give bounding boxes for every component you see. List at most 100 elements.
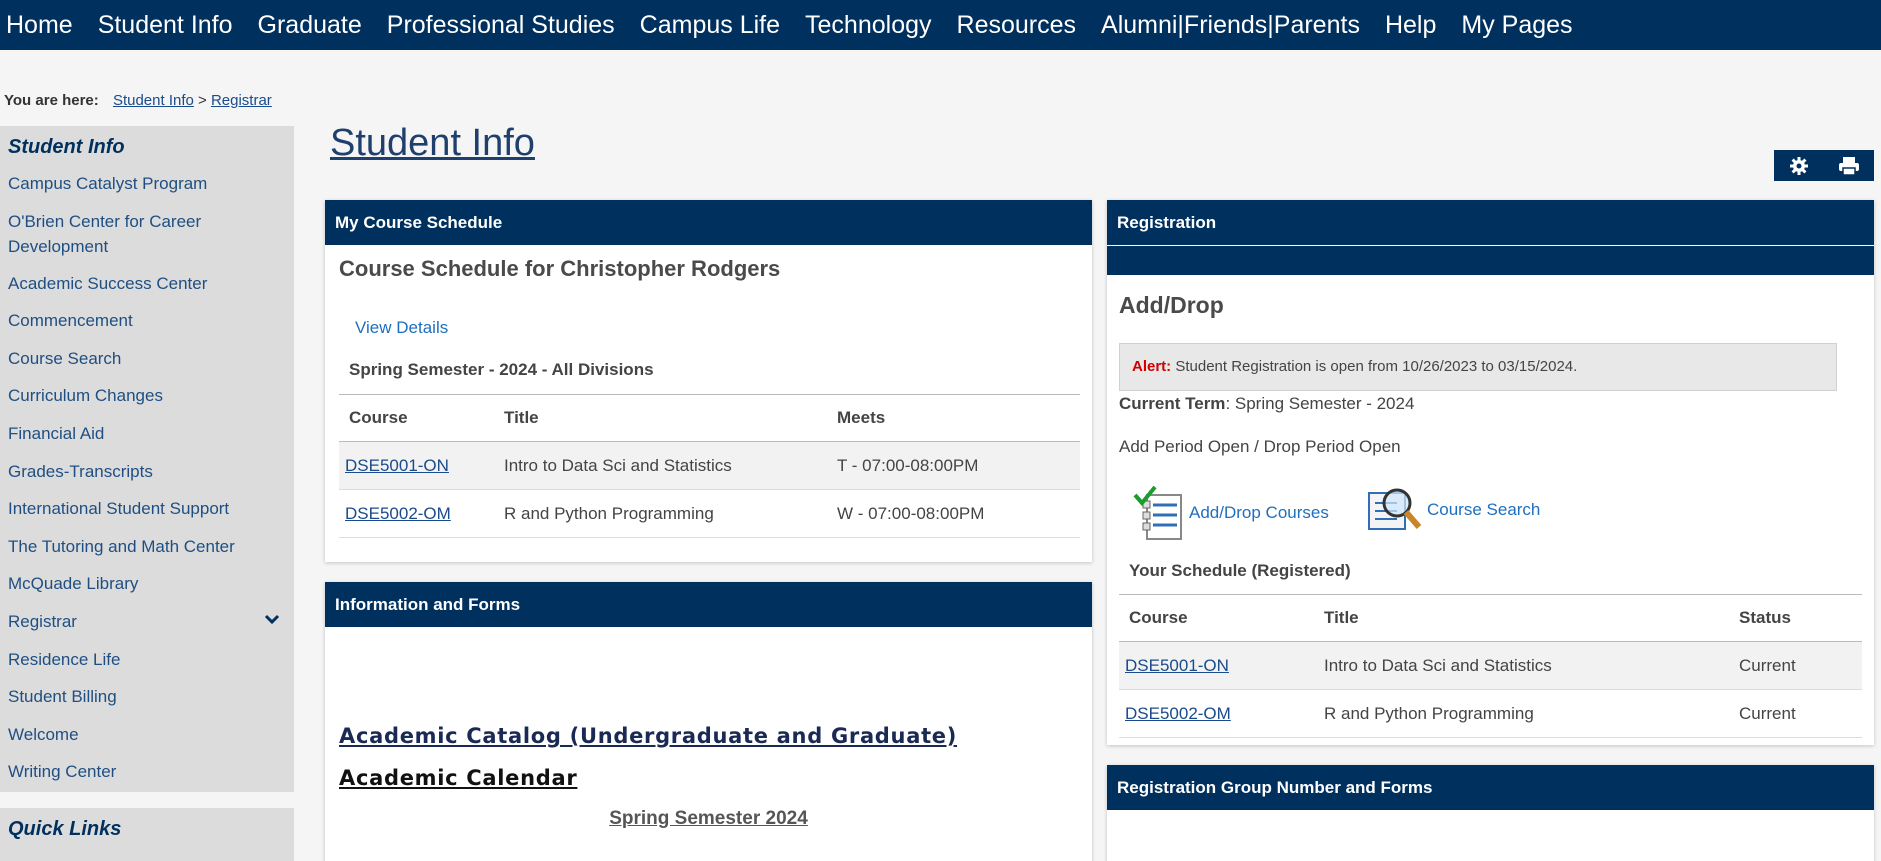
breadcrumb-separator: > [198,92,207,109]
nav-help[interactable]: Help [1385,0,1436,50]
breadcrumb-student-info[interactable]: Student Info [113,92,194,109]
current-term-value: : Spring Semester - 2024 [1225,394,1415,413]
course-cell: DSE5002-OM [339,489,504,538]
schedule-heading: Course Schedule for Christopher Rodgers [339,256,781,281]
add-drop-courses-label: Add/Drop Courses [1189,503,1329,522]
course-cell: DSE5001-ON [339,441,504,490]
top-nav: Home Student Info Graduate Professional … [0,0,1881,50]
registration-header: Registration [1107,200,1874,245]
checklist-icon [1133,485,1185,541]
nav-graduate[interactable]: Graduate [258,0,362,50]
column-header-status: Status [1739,594,1862,642]
sidebar-item-tutoring-math[interactable]: The Tutoring and Math Center [0,529,294,567]
column-header-course: Course [1119,594,1324,642]
current-term: Current Term: Spring Semester - 2024 [1119,394,1414,414]
registered-schedule-table: Course Title Status DSE5001-ON Intro to … [1119,594,1862,738]
course-link[interactable]: DSE5001-ON [345,456,449,475]
sidebar-item-registrar-label: Registrar [8,611,77,631]
course-link[interactable]: DSE5001-ON [1125,656,1229,675]
breadcrumb-label: You are here: [4,92,99,109]
alert-text: Student Registration is open from 10/26/… [1175,358,1578,375]
current-term-label: Current Term [1119,394,1226,413]
meets-cell: T - 07:00-08:00PM [837,441,1080,490]
course-search-button[interactable]: Course Search [1367,485,1540,535]
academic-catalog-link[interactable]: Academic Catalog (Undergraduate and Grad… [339,724,957,748]
sidebar-item-curriculum-changes[interactable]: Curriculum Changes [0,378,294,416]
registration-subheader [1107,245,1874,275]
page-tools [1774,150,1874,181]
sidebar-item-career-development[interactable]: O'Brien Center for Career Development [0,204,294,266]
academic-calendar-link[interactable]: Academic Calendar [339,766,577,790]
page-title[interactable]: Student Info [330,122,535,165]
nav-student-info[interactable]: Student Info [98,0,233,50]
magnifier-icon [1367,485,1423,535]
title-cell: R and Python Programming [504,489,837,538]
sidebar-item-course-search[interactable]: Course Search [0,341,294,379]
column-header-title: Title [1324,594,1739,642]
quick-links: Quick Links [0,808,294,861]
information-forms-header: Information and Forms [325,582,1092,627]
status-cell: Current [1739,641,1862,690]
nav-home[interactable]: Home [6,0,73,50]
sidebar-item-welcome[interactable]: Welcome [0,717,294,755]
information-forms-panel: Information and Forms Academic Catalog (… [325,582,1092,861]
registration-alert: Alert: Student Registration is open from… [1119,343,1837,391]
sidebar-item-commencement[interactable]: Commencement [0,303,294,341]
sidebar-heading[interactable]: Student Info [0,126,294,166]
column-header-title: Title [504,394,837,442]
course-schedule-panel: My Course Schedule Course Schedule for C… [325,200,1092,562]
registered-schedule-title: Your Schedule (Registered) [1129,561,1351,580]
registration-group-header: Registration Group Number and Forms [1107,765,1874,810]
course-search-label: Course Search [1427,500,1541,519]
course-cell: DSE5001-ON [1119,641,1324,690]
printer-icon[interactable] [1834,153,1864,179]
column-header-course: Course [339,394,504,442]
sidebar-item-writing-center[interactable]: Writing Center [0,754,294,792]
table-row: DSE5001-ON Intro to Data Sci and Statist… [1119,641,1862,690]
registration-group-panel: Registration Group Number and Forms [1107,765,1874,861]
period-status: Add Period Open / Drop Period Open [1119,437,1401,456]
sidebar-item-campus-catalyst[interactable]: Campus Catalyst Program [0,166,294,204]
title-cell: Intro to Data Sci and Statistics [1324,641,1739,690]
sidebar-item-academic-success[interactable]: Academic Success Center [0,266,294,304]
title-cell: R and Python Programming [1324,689,1739,738]
semester-label: Spring Semester - 2024 - All Divisions [349,360,654,379]
chevron-down-icon[interactable] [264,607,280,632]
sidebar-item-international-support[interactable]: International Student Support [0,491,294,529]
gear-icon[interactable] [1784,153,1814,179]
table-row: DSE5002-OM R and Python Programming W - … [339,489,1080,538]
status-cell: Current [1739,689,1862,738]
course-link[interactable]: DSE5002-OM [345,504,451,523]
add-drop-heading: Add/Drop [1119,292,1224,318]
spring-semester-link[interactable]: Spring Semester 2024 [609,808,808,829]
schedule-table: Course Title Meets DSE5001-ON Intro to D… [339,394,1080,538]
course-link[interactable]: DSE5002-OM [1125,704,1231,723]
nav-resources[interactable]: Resources [957,0,1077,50]
meets-cell: W - 07:00-08:00PM [837,489,1080,538]
spring-semester-link-row: Spring Semester 2024 [325,808,1092,830]
table-row: DSE5001-ON Intro to Data Sci and Statist… [339,441,1080,490]
sidebar-item-residence-life[interactable]: Residence Life [0,642,294,680]
view-details-link[interactable]: View Details [355,318,448,338]
add-drop-courses-button[interactable]: Add/Drop Courses [1133,485,1329,541]
nav-campus-life[interactable]: Campus Life [640,0,780,50]
nav-alumni-friends-parents[interactable]: Alumni|Friends|Parents [1101,0,1360,50]
breadcrumb: You are here: Student Info > Registrar [4,92,272,109]
alert-label: Alert: [1132,358,1172,375]
nav-my-pages[interactable]: My Pages [1461,0,1572,50]
column-header-meets: Meets [837,394,1080,442]
sidebar-item-grades-transcripts[interactable]: Grades-Transcripts [0,454,294,492]
registration-panel: Registration Add/Drop Alert: Student Reg… [1107,200,1874,745]
course-schedule-header: My Course Schedule [325,200,1092,245]
sidebar-item-registrar[interactable]: Registrar [0,604,294,642]
breadcrumb-registrar[interactable]: Registrar [211,92,272,109]
nav-professional-studies[interactable]: Professional Studies [387,0,615,50]
quick-links-heading[interactable]: Quick Links [0,808,294,848]
sidebar-item-mcquade-library[interactable]: McQuade Library [0,566,294,604]
sidebar-item-student-billing[interactable]: Student Billing [0,679,294,717]
nav-technology[interactable]: Technology [805,0,931,50]
sidebar: Student Info Campus Catalyst Program O'B… [0,126,294,792]
table-row: DSE5002-OM R and Python Programming Curr… [1119,689,1862,738]
course-cell: DSE5002-OM [1119,689,1324,738]
sidebar-item-financial-aid[interactable]: Financial Aid [0,416,294,454]
